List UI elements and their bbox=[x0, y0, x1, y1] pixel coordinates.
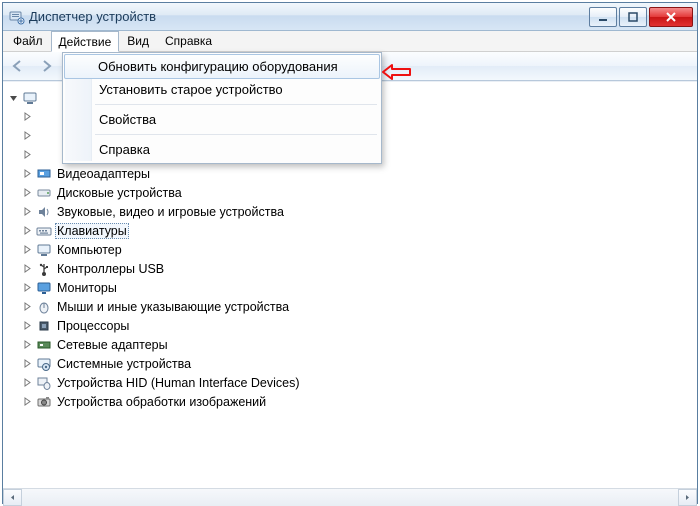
menu-item-scan-hardware[interactable]: Обновить конфигурацию оборудования bbox=[64, 54, 380, 79]
display-adapter-icon bbox=[36, 166, 52, 182]
tree-item-label: Контроллеры USB bbox=[55, 262, 166, 276]
scroll-right-button[interactable] bbox=[678, 489, 697, 506]
tree-item-processors[interactable]: Процессоры bbox=[21, 316, 693, 335]
expander-closed-icon[interactable] bbox=[21, 187, 33, 199]
tree-item-disk-drives[interactable]: Дисковые устройства bbox=[21, 183, 693, 202]
dropdown-separator bbox=[95, 104, 377, 105]
imaging-icon bbox=[36, 394, 52, 410]
tree-item-hid[interactable]: Устройства HID (Human Interface Devices) bbox=[21, 373, 693, 392]
tree-item-label: Устройства обработки изображений bbox=[55, 395, 268, 409]
titlebar: Диспетчер устройств bbox=[3, 3, 697, 31]
tree-item-label: Сетевые адаптеры bbox=[55, 338, 170, 352]
tree-item-network-adapters[interactable]: Сетевые адаптеры bbox=[21, 335, 693, 354]
computer-icon bbox=[36, 242, 52, 258]
tree-item-label: Устройства HID (Human Interface Devices) bbox=[55, 376, 302, 390]
minimize-button[interactable] bbox=[589, 7, 617, 27]
menubar: Файл Действие Вид Справка bbox=[3, 31, 697, 52]
menu-view[interactable]: Вид bbox=[119, 31, 157, 51]
expander-closed-icon[interactable] bbox=[21, 263, 33, 275]
expander-closed-icon[interactable] bbox=[21, 244, 33, 256]
action-menu-dropdown: Обновить конфигурацию оборудования Устан… bbox=[62, 52, 382, 164]
scroll-left-button[interactable] bbox=[3, 489, 22, 506]
expander-closed-icon[interactable] bbox=[21, 225, 33, 237]
tree-item-label: Дисковые устройства bbox=[55, 186, 184, 200]
tree-item-keyboards[interactable]: Клавиатуры bbox=[21, 221, 693, 240]
device-category-icon bbox=[36, 147, 52, 163]
back-button[interactable] bbox=[5, 54, 31, 78]
caption-buttons bbox=[589, 7, 693, 27]
sound-icon bbox=[36, 204, 52, 220]
tree-item-imaging-devices[interactable]: Устройства обработки изображений bbox=[21, 392, 693, 411]
expander-closed-icon[interactable] bbox=[21, 339, 33, 351]
expander-closed-icon[interactable] bbox=[21, 130, 33, 142]
expander-closed-icon[interactable] bbox=[21, 358, 33, 370]
expander-open-icon[interactable] bbox=[7, 92, 19, 104]
tree-item-monitors[interactable]: Мониторы bbox=[21, 278, 693, 297]
menu-item-help[interactable]: Справка bbox=[65, 138, 379, 161]
tree-item-usb-controllers[interactable]: Контроллеры USB bbox=[21, 259, 693, 278]
device-category-icon bbox=[36, 109, 52, 125]
device-category-icon bbox=[36, 128, 52, 144]
maximize-button[interactable] bbox=[619, 7, 647, 27]
tree-item-label: Мыши и иные указывающие устройства bbox=[55, 300, 291, 314]
menu-help[interactable]: Справка bbox=[157, 31, 220, 51]
computer-icon bbox=[22, 90, 38, 106]
monitor-icon bbox=[36, 280, 52, 296]
tree-item-system-devices[interactable]: Системные устройства bbox=[21, 354, 693, 373]
tree-item-label: Процессоры bbox=[55, 319, 131, 333]
tree-item-label: Звуковые, видео и игровые устройства bbox=[55, 205, 286, 219]
expander-closed-icon[interactable] bbox=[21, 301, 33, 313]
tree-item-mice[interactable]: Мыши и иные указывающие устройства bbox=[21, 297, 693, 316]
tree-item-label: Мониторы bbox=[55, 281, 119, 295]
disk-drive-icon bbox=[36, 185, 52, 201]
horizontal-scrollbar[interactable] bbox=[3, 488, 697, 506]
menu-item-properties[interactable]: Свойства bbox=[65, 108, 379, 131]
tree-item-label: Клавиатуры bbox=[55, 223, 129, 239]
app-icon bbox=[9, 9, 25, 25]
forward-button[interactable] bbox=[33, 54, 59, 78]
tree-item-label: Компьютер bbox=[55, 243, 124, 257]
tree-item-sound-video-game[interactable]: Звуковые, видео и игровые устройства bbox=[21, 202, 693, 221]
expander-closed-icon[interactable] bbox=[21, 111, 33, 123]
window-title: Диспетчер устройств bbox=[29, 9, 589, 24]
expander-closed-icon[interactable] bbox=[21, 377, 33, 389]
expander-closed-icon[interactable] bbox=[21, 168, 33, 180]
keyboard-icon bbox=[36, 223, 52, 239]
close-button[interactable] bbox=[649, 7, 693, 27]
expander-closed-icon[interactable] bbox=[21, 396, 33, 408]
expander-closed-icon[interactable] bbox=[21, 282, 33, 294]
menu-file[interactable]: Файл bbox=[5, 31, 51, 51]
menu-item-add-legacy[interactable]: Установить старое устройство bbox=[65, 78, 379, 101]
menu-action[interactable]: Действие bbox=[51, 31, 120, 52]
tree-item-label: Системные устройства bbox=[55, 357, 193, 371]
expander-closed-icon[interactable] bbox=[21, 149, 33, 161]
hid-icon bbox=[36, 375, 52, 391]
scroll-track[interactable] bbox=[22, 490, 678, 505]
system-device-icon bbox=[36, 356, 52, 372]
tree-item-display-adapters[interactable]: Видеоадаптеры bbox=[21, 164, 693, 183]
device-manager-window: Диспетчер устройств Файл Действие Вид Сп… bbox=[2, 2, 698, 504]
tree-item-label: Видеоадаптеры bbox=[55, 167, 152, 181]
usb-icon bbox=[36, 261, 52, 277]
expander-closed-icon[interactable] bbox=[21, 320, 33, 332]
tree-item-computer[interactable]: Компьютер bbox=[21, 240, 693, 259]
dropdown-separator bbox=[95, 134, 377, 135]
network-icon bbox=[36, 337, 52, 353]
expander-closed-icon[interactable] bbox=[21, 206, 33, 218]
cpu-icon bbox=[36, 318, 52, 334]
mouse-icon bbox=[36, 299, 52, 315]
